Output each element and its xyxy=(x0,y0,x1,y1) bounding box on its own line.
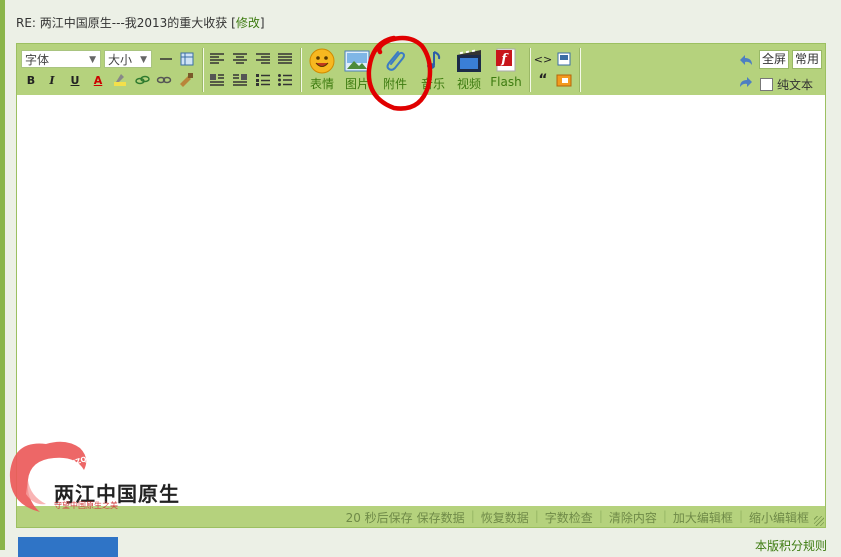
underline-icon[interactable]: U xyxy=(67,72,83,88)
title-close-bracket: ] xyxy=(259,16,265,30)
common-mode-button[interactable]: 常用 xyxy=(792,50,823,69)
fullscreen-button[interactable]: 全屏 xyxy=(759,50,790,69)
toolbar-separator xyxy=(529,48,531,92)
title-text: RE: 两江中国原生---我2013的重大收获 [ xyxy=(16,16,236,30)
link-icon[interactable] xyxy=(134,72,150,88)
toolbar-separator xyxy=(202,48,204,92)
toolbar-separator xyxy=(579,48,581,92)
font-color-icon[interactable]: A xyxy=(90,72,106,88)
float-left-icon[interactable] xyxy=(209,72,225,88)
chevron-down-icon: ▼ xyxy=(89,55,96,65)
restore-data-link[interactable]: 恢复数据 xyxy=(475,509,535,526)
watermark-slogan: 守望中国原生之美 xyxy=(54,501,118,510)
shrink-editor-link[interactable]: 缩小编辑框 xyxy=(743,509,815,526)
align-center-icon[interactable] xyxy=(232,51,248,67)
plain-text-checkbox[interactable] xyxy=(759,78,773,91)
font-size-value: 大小 xyxy=(108,53,133,67)
save-data-link[interactable]: 保存数据 xyxy=(415,509,471,526)
background-color-icon[interactable] xyxy=(112,72,128,88)
unlink-icon[interactable] xyxy=(156,72,172,88)
ordered-list-icon[interactable] xyxy=(255,72,271,88)
float-right-icon[interactable] xyxy=(232,72,248,88)
italic-icon[interactable]: I xyxy=(44,72,60,88)
left-stripe xyxy=(0,0,5,550)
table-icon[interactable] xyxy=(179,51,195,67)
chevron-down-icon: ▼ xyxy=(140,55,147,65)
hide-content-icon[interactable] xyxy=(556,72,572,88)
font-size-dropdown[interactable]: 大小 ▼ xyxy=(104,50,152,68)
video-icon xyxy=(455,48,483,74)
redo-icon[interactable] xyxy=(738,74,754,90)
code-icon[interactable]: <> xyxy=(534,51,552,67)
enlarge-editor-link[interactable]: 加大编辑框 xyxy=(667,509,739,526)
plain-text-label: 纯文本 xyxy=(776,78,813,92)
bold-icon[interactable]: B xyxy=(23,72,39,88)
justify-icon[interactable] xyxy=(277,51,293,67)
site-watermark-logo: WWW.COHZQ.COM 两江中国原生 守望中国原生之美 xyxy=(6,436,179,516)
smiley-icon xyxy=(308,48,336,74)
align-right-icon[interactable] xyxy=(255,51,271,67)
forum-rules-link[interactable]: 本版积分规则 xyxy=(755,537,827,554)
font-family-dropdown[interactable]: 字体 ▼ xyxy=(21,50,101,68)
annotation-circle xyxy=(366,35,433,111)
autosave-countdown: 20 秒后保存 xyxy=(345,511,413,525)
reply-title: RE: 两江中国原生---我2013的重大收获 [修改] xyxy=(16,14,265,31)
plain-text-toggle[interactable]: 纯文本 xyxy=(759,76,813,93)
free-tag-icon[interactable] xyxy=(556,51,572,67)
remove-format-icon[interactable] xyxy=(178,72,194,88)
edit-link[interactable]: 修改 xyxy=(236,16,260,30)
align-left-icon[interactable] xyxy=(209,51,225,67)
resize-grip-icon[interactable] xyxy=(814,516,824,526)
font-family-value: 字体 xyxy=(25,53,50,67)
flash-button[interactable]: f Flash xyxy=(484,48,528,92)
flash-icon: f xyxy=(492,48,520,74)
quote-icon[interactable]: “ xyxy=(535,72,551,88)
undo-icon[interactable] xyxy=(738,52,754,68)
flash-label: Flash xyxy=(490,75,522,89)
unordered-list-icon[interactable] xyxy=(277,72,293,88)
clear-content-link[interactable]: 清除内容 xyxy=(603,509,663,526)
word-check-link[interactable]: 字数检查 xyxy=(539,509,599,526)
horizontal-rule-icon[interactable] xyxy=(158,51,174,67)
submit-reply-button[interactable] xyxy=(18,537,118,557)
